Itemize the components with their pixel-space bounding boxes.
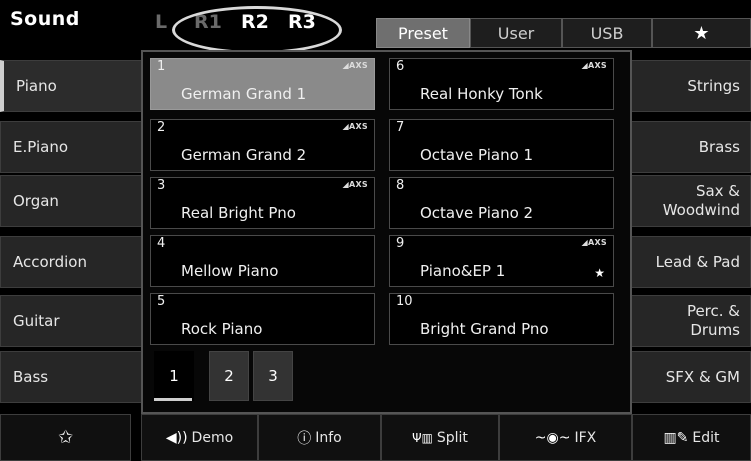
tab-usb[interactable]: USB: [562, 18, 652, 48]
voice-item[interactable]: 6 ◢AXS Real Honky Tonk: [389, 58, 614, 110]
category-brass[interactable]: Brass: [617, 121, 751, 173]
category-e-piano[interactable]: E.Piano: [0, 121, 145, 173]
voice-item[interactable]: 1 ◢AXS German Grand 1: [150, 58, 375, 110]
category-lead-pad[interactable]: Lead & Pad: [617, 236, 751, 288]
part-l[interactable]: L: [155, 11, 167, 33]
voice-number: 2: [157, 120, 166, 135]
voice-item[interactable]: 5 Rock Piano: [150, 293, 375, 345]
voice-item[interactable]: 10 Bright Grand Pno: [389, 293, 614, 345]
category-piano[interactable]: Piano: [0, 60, 145, 112]
split-label: Split: [436, 429, 468, 446]
category-label: Brass: [698, 137, 740, 156]
category-perc-drums[interactable]: Perc. & Drums: [617, 295, 751, 347]
effects-icon: ~◉~: [534, 429, 571, 446]
axs-badge-icon: ◢AXS: [342, 122, 368, 131]
info-button[interactable]: ⓘ Info: [258, 414, 381, 461]
voice-item[interactable]: 8 Octave Piano 2: [389, 177, 614, 229]
voice-name: German Grand 2: [181, 146, 307, 164]
edit-label: Edit: [692, 429, 720, 446]
category-sax-woodwind[interactable]: Sax & Woodwind: [617, 175, 751, 227]
category-strings[interactable]: Strings: [617, 60, 751, 112]
voice-number: 6: [396, 59, 405, 74]
voice-number: 4: [157, 236, 166, 251]
tab-preset[interactable]: Preset: [376, 18, 470, 48]
voice-item[interactable]: 3 ◢AXS Real Bright Pno: [150, 177, 375, 229]
voice-item[interactable]: 7 Octave Piano 1: [389, 119, 614, 171]
voice-name: Bright Grand Pno: [420, 320, 549, 338]
voice-item[interactable]: 4 Mellow Piano: [150, 235, 375, 287]
speaker-icon: ◀)): [165, 429, 188, 446]
category-label: Sax & Woodwind: [662, 182, 740, 219]
voice-name: Real Bright Pno: [181, 204, 296, 222]
page-button-2[interactable]: 2: [209, 351, 249, 401]
category-label: SFX & GM: [665, 367, 740, 386]
page-button-1[interactable]: 1: [154, 351, 194, 401]
voice-number: 9: [396, 236, 405, 251]
axs-badge-icon: ◢AXS: [342, 61, 368, 70]
category-accordion[interactable]: Accordion: [0, 236, 145, 288]
info-label: Info: [315, 429, 342, 446]
voice-number: 10: [396, 294, 413, 309]
voice-name: Rock Piano: [181, 320, 263, 338]
header-bar: Sound L R1 R2 R3 Preset User USB ★: [0, 0, 751, 54]
voice-number: 1: [157, 59, 166, 74]
info-icon: ⓘ: [297, 430, 312, 447]
tab-favorite[interactable]: ★: [652, 18, 751, 48]
ifx-label: IFX: [574, 429, 597, 446]
current-page-indicator: [154, 398, 192, 401]
category-label: Lead & Pad: [655, 252, 740, 271]
favorite-button[interactable]: ✩: [0, 414, 131, 461]
voice-name: Mellow Piano: [181, 262, 279, 280]
edit-button[interactable]: ▥✎ Edit: [632, 414, 751, 461]
voice-name: Piano&EP 1: [420, 262, 506, 280]
category-label: Perc. & Drums: [686, 302, 740, 339]
voice-name: Octave Piano 1: [420, 146, 534, 164]
ifx-button[interactable]: ~◉~ IFX: [499, 414, 632, 461]
edit-icon: ▥✎: [663, 429, 689, 446]
demo-label: Demo: [191, 429, 234, 446]
axs-badge-icon: ◢AXS: [342, 180, 368, 189]
category-sfx-gm[interactable]: SFX & GM: [617, 351, 751, 403]
star-icon: ★: [693, 22, 710, 44]
split-button[interactable]: Ψ▥ Split: [381, 414, 499, 461]
axs-badge-icon: ◢AXS: [581, 61, 607, 70]
voice-item[interactable]: 2 ◢AXS German Grand 2: [150, 119, 375, 171]
category-bass[interactable]: Bass: [0, 351, 145, 403]
voice-number: 5: [157, 294, 166, 309]
tab-user[interactable]: User: [470, 18, 562, 48]
voice-name: Octave Piano 2: [420, 204, 534, 222]
voice-name: German Grand 1: [181, 85, 307, 103]
voice-item[interactable]: 9 ◢AXS Piano&EP 1 ★: [389, 235, 614, 287]
page-button-3[interactable]: 3: [253, 351, 293, 401]
category-organ[interactable]: Organ: [0, 175, 145, 227]
page-title: Sound: [10, 8, 80, 30]
demo-button[interactable]: ◀)) Demo: [141, 414, 258, 461]
voice-number: 3: [157, 178, 166, 193]
axs-badge-icon: ◢AXS: [581, 238, 607, 247]
keyboard-split-icon: Ψ▥: [412, 430, 433, 445]
category-guitar[interactable]: Guitar: [0, 295, 145, 347]
category-label: Strings: [687, 76, 740, 95]
star-outline-icon: ✩: [57, 427, 74, 448]
part-highlight-ring: [172, 6, 342, 54]
voice-name: Real Honky Tonk: [420, 85, 543, 103]
voice-number: 8: [396, 178, 405, 193]
voice-number: 7: [396, 120, 405, 135]
favorite-star-icon: ★: [594, 266, 605, 280]
